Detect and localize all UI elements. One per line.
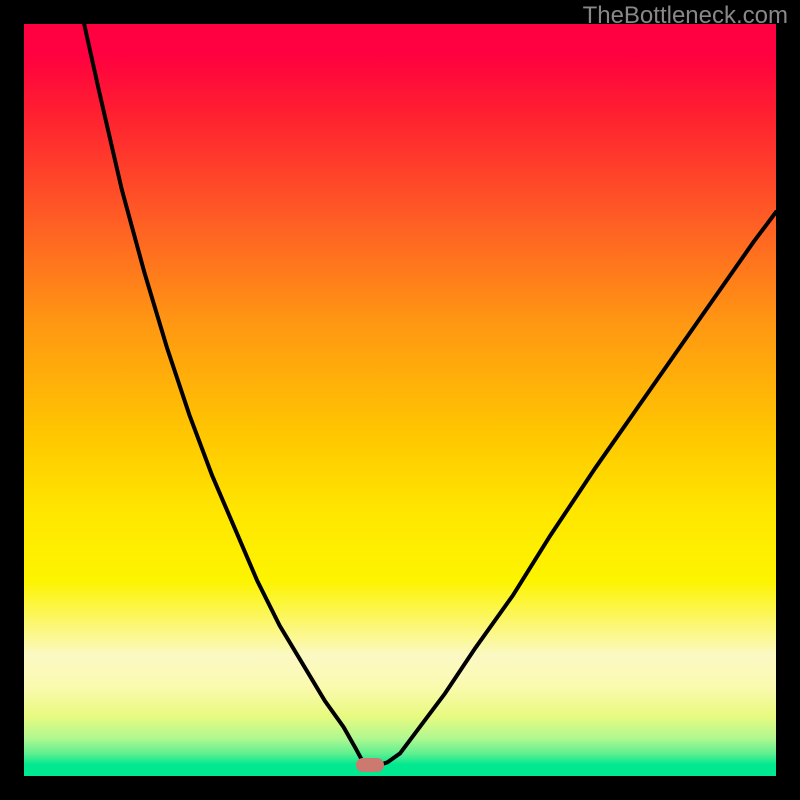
trough-marker [356, 758, 384, 772]
plot-area [24, 24, 776, 776]
bottleneck-curve [84, 24, 776, 765]
chart-svg [24, 24, 776, 776]
attribution-text: TheBottleneck.com [583, 2, 788, 30]
